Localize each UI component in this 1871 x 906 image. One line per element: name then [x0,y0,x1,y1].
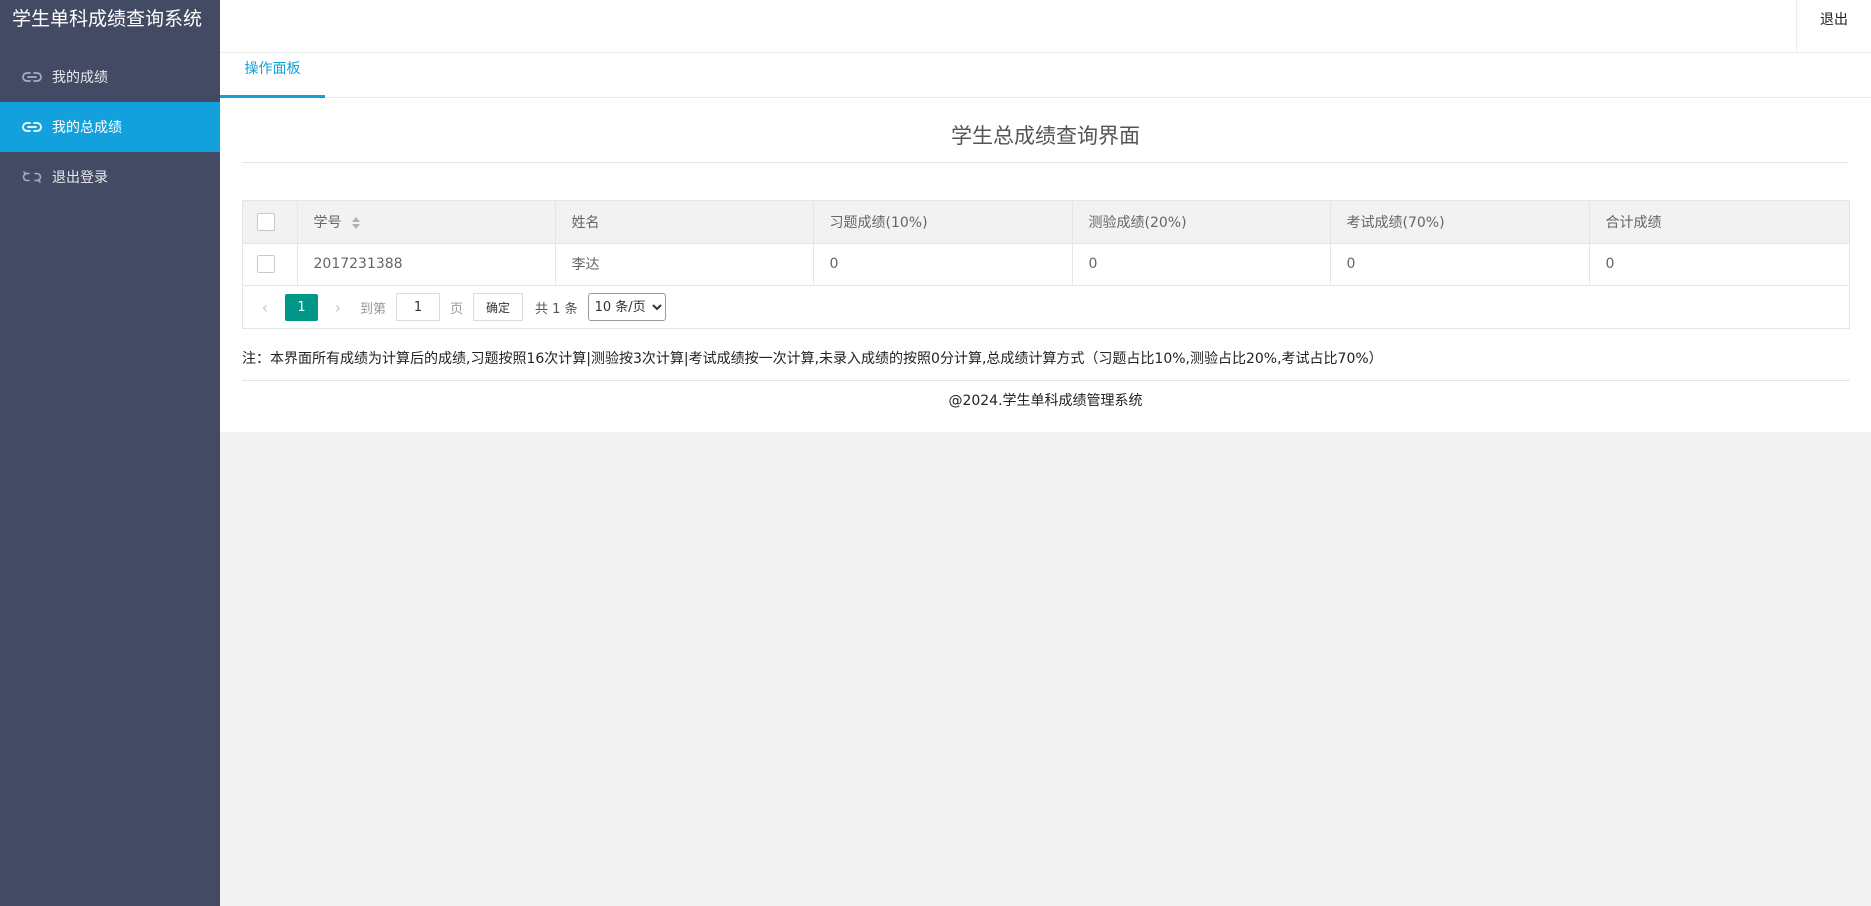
column-header-exercise-score: 习题成绩(10%) [813,201,1073,243]
cell-name: 李达 [555,242,814,285]
goto-page-input[interactable] [396,293,441,321]
sidebar-item-label: 我的总成绩 [52,120,122,136]
link-icon [22,70,42,84]
top-header: 退出 [220,0,1871,53]
next-page-icon[interactable]: › [328,298,348,317]
page-number-current[interactable]: 1 [285,293,318,321]
confirm-button[interactable]: 确定 [473,293,524,321]
sidebar-item-my-scores[interactable]: 我的成绩 [0,52,220,102]
cell-exam-score: 0 [1330,242,1590,285]
sidebar-item-my-total-scores[interactable]: 我的总成绩 [0,102,220,152]
table-header-row: 学号 姓名 习题成绩(10%) 测验成绩(20%) 考试成绩(70%) 合计成绩 [243,201,1849,243]
sidebar-item-logout[interactable]: 退出登录 [0,152,220,202]
page-size-select[interactable]: 10 条/页 [587,293,666,321]
sidebar: 学生单科成绩查询系统 我的成绩 我的总成绩 退出登录 [0,0,220,906]
prev-page-icon[interactable]: ‹ [255,298,275,317]
footer-copyright: @2024.学生单科成绩管理系统 [948,393,1143,409]
scores-table: 学号 姓名 习题成绩(10%) 测验成绩(20%) 考试成绩(70%) 合计成绩… [242,200,1850,329]
column-header-student-id[interactable]: 学号 [297,201,556,243]
cell-student-id: 2017231388 [297,242,556,285]
select-all-checkbox[interactable] [257,212,275,231]
tab-bar: 操作面板 [220,53,1871,98]
table-row: 2017231388 李达 0 0 0 0 [243,242,1849,285]
main-panel: 学生总成绩查询界面 学号 姓名 习题成绩(10%) 测验成绩(20%) 考试成绩… [220,98,1871,432]
tab-dashboard[interactable]: 操作面板 [220,53,325,98]
page-unit-label: 页 [450,301,464,317]
cell-exercise-score: 0 [813,242,1073,285]
total-count: 共 1 条 [535,301,578,317]
row-select-cell [243,242,298,285]
column-header-exam-score: 考试成绩(70%) [1330,201,1590,243]
goto-label: 到第 [360,301,387,317]
sidebar-item-label: 我的成绩 [52,70,108,86]
score-note: 注：本界面所有成绩为计算后的成绩,习题按照16次计算|测验按3次计算|考试成绩按… [242,348,1850,381]
row-checkbox[interactable] [257,255,275,274]
logout-button[interactable]: 退出 [1796,0,1871,52]
pagination: ‹ 1 › 到第 页 确定 共 1 条 10 条/页 [243,285,1849,328]
select-all-cell [243,201,298,243]
cell-total-score: 0 [1589,242,1849,285]
column-header-total-score: 合计成绩 [1605,214,1662,231]
column-header-name: 姓名 [555,201,814,243]
link-icon [22,120,42,134]
unlink-icon [22,170,42,184]
sort-icon[interactable] [351,216,360,229]
column-header-quiz-score: 测验成绩(20%) [1072,201,1331,243]
app-title: 学生单科成绩查询系统 [12,8,203,30]
sidebar-item-label: 退出登录 [52,170,108,186]
page-title: 学生总成绩查询界面 [242,120,1849,163]
cell-quiz-score: 0 [1072,242,1331,285]
